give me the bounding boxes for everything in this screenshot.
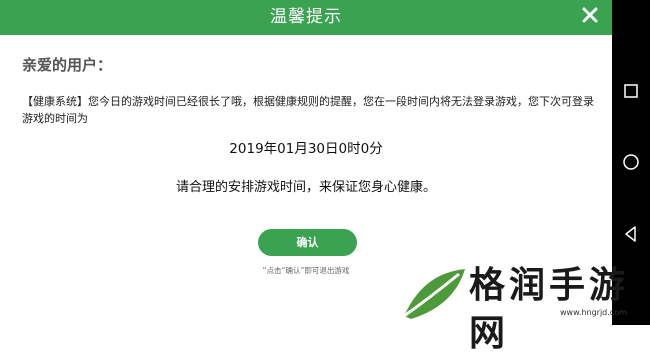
confirm-button[interactable]: 确认	[258, 229, 357, 256]
dialog-header: 温馨提示	[0, 0, 612, 35]
square-icon	[624, 84, 638, 98]
recents-button[interactable]	[620, 80, 642, 102]
advice-text: 请合理的安排游戏时间，来保证您身心健康。	[175, 180, 436, 195]
close-icon	[582, 7, 598, 23]
close-button[interactable]	[581, 6, 599, 24]
home-button[interactable]	[620, 151, 642, 173]
dialog-title: 温馨提示	[270, 7, 342, 27]
watermark: 格润手游网 www.hngrjd.com	[397, 262, 650, 354]
greeting-text: 亲爱的用户：	[22, 56, 113, 74]
next-login-time: 2019年01月30日0时0分	[229, 141, 383, 157]
triangle-icon	[625, 226, 636, 242]
watermark-url: www.hngrjd.com	[560, 308, 627, 317]
circle-icon	[623, 154, 639, 170]
back-button[interactable]	[620, 223, 642, 245]
leaf-logo-icon	[403, 269, 465, 319]
health-message: 【健康系统】您今日的游戏时间已经很长了哦，根据健康规则的提醒，您在一段时间内将无…	[22, 95, 594, 125]
